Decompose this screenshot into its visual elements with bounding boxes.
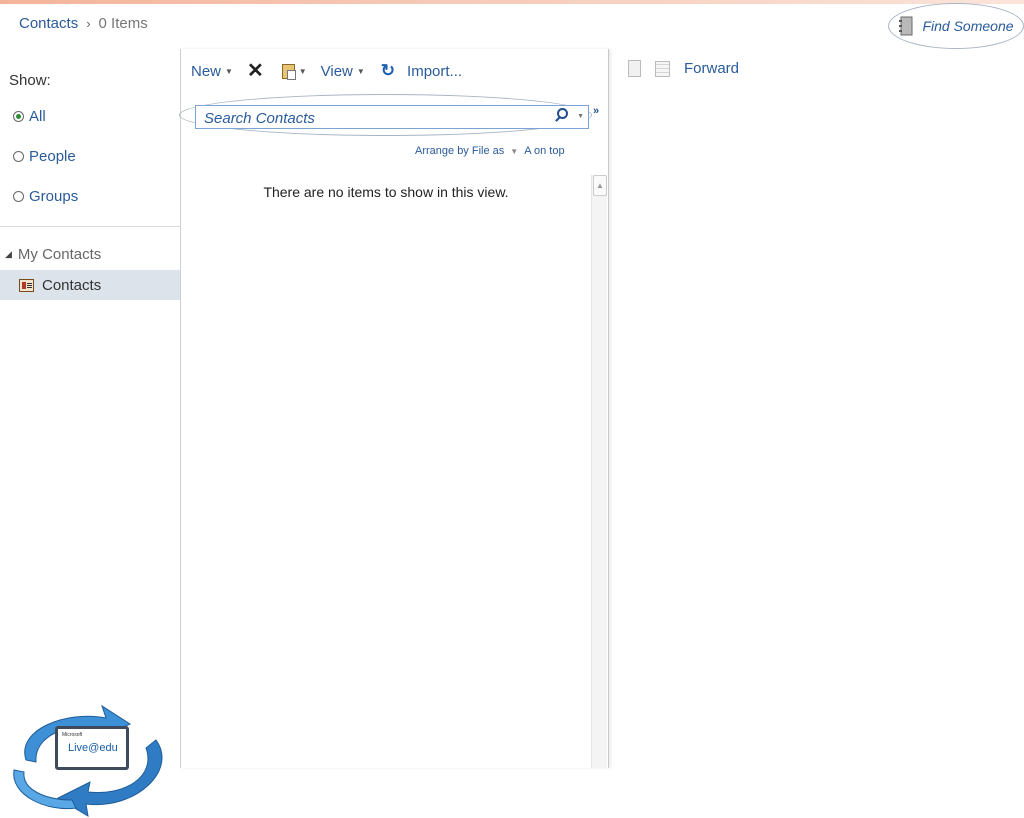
my-contacts-group[interactable]: ◢ My Contacts	[5, 246, 101, 263]
empty-list-message: There are no items to show in this view.	[263, 184, 509, 200]
view-button-label: View	[320, 62, 353, 80]
forward-button[interactable]: Forward	[684, 60, 739, 77]
contact-card-icon	[19, 278, 34, 292]
show-groups-label: Groups	[29, 188, 79, 205]
chevron-down-icon[interactable]: ▼	[357, 67, 365, 76]
show-people-label: People	[29, 148, 76, 165]
breadcrumb-separator-icon: ›	[86, 16, 91, 31]
search-icon[interactable]	[557, 108, 568, 119]
reading-pane-toolbar: Forward	[628, 60, 739, 77]
show-groups-option[interactable]: Groups	[13, 188, 78, 205]
view-button[interactable]: View ▼	[321, 63, 365, 80]
calendar-icon[interactable]	[655, 60, 670, 77]
document-icon[interactable]	[628, 60, 641, 77]
top-decor-strip	[0, 0, 1024, 4]
show-people-option[interactable]: People	[13, 148, 76, 165]
chevron-down-icon[interactable]: ▼	[299, 67, 307, 76]
list-toolbar: New ▼ ✕ ▼ View ▼ ↻ Import...	[191, 61, 462, 81]
arrange-by-button[interactable]: Arrange by File as	[415, 145, 504, 157]
search-box[interactable]: ▼	[195, 105, 589, 129]
logo-microsoft-text: Microsoft	[62, 732, 83, 738]
find-someone-label: Find Someone	[922, 18, 1014, 34]
left-nav-pane: Show: All People Groups ◢ My Contacts Co…	[0, 50, 180, 817]
breadcrumb: Contacts › 0 Items	[19, 15, 148, 32]
folder-item-contacts[interactable]: Contacts	[0, 270, 180, 300]
my-contacts-label: My Contacts	[17, 246, 102, 263]
logo-live-edu-text: Live@edu	[68, 742, 118, 754]
address-book-icon	[899, 16, 913, 36]
left-divider	[0, 226, 180, 227]
radio-icon[interactable]	[13, 191, 24, 202]
chevron-down-icon[interactable]: ▼	[510, 147, 518, 156]
find-someone-button[interactable]: Find Someone	[888, 3, 1024, 49]
new-button-label: New	[191, 62, 222, 80]
clipboard-icon	[281, 63, 296, 80]
sort-order-button[interactable]: A on top	[524, 145, 564, 157]
refresh-icon[interactable]: ↻	[381, 61, 395, 81]
show-all-label: All	[29, 108, 46, 125]
search-input[interactable]	[202, 107, 536, 129]
scroll-up-icon[interactable]: ▲	[593, 175, 607, 196]
radio-icon[interactable]	[13, 151, 24, 162]
show-filter-label: Show:	[9, 72, 51, 89]
list-scrollbar[interactable]: ▲	[591, 175, 607, 768]
arrange-bar: Arrange by File as ▼ A on top	[415, 145, 565, 157]
chevron-down-icon[interactable]: ▼	[225, 67, 233, 76]
breadcrumb-folder[interactable]: Contacts	[19, 15, 78, 32]
delete-icon[interactable]: ✕	[247, 61, 264, 81]
live-edu-logo: Microsoft Live@edu	[6, 700, 176, 818]
item-count: 0 Items	[98, 15, 148, 32]
import-button[interactable]: Import...	[407, 63, 462, 80]
search-options-chevron-icon[interactable]: ▼	[577, 113, 584, 120]
contacts-list-pane: New ▼ ✕ ▼ View ▼ ↻ Import... ▼ » Arrange…	[179, 49, 609, 768]
new-button[interactable]: New ▼	[191, 63, 233, 80]
logo-monitor: Microsoft Live@edu	[55, 726, 129, 770]
collapse-triangle-icon[interactable]: ◢	[5, 249, 12, 260]
show-all-option[interactable]: All	[13, 108, 46, 125]
folder-item-label: Contacts	[42, 276, 102, 294]
move-button[interactable]: ▼	[281, 63, 307, 80]
expand-search-icon[interactable]: »	[593, 105, 599, 117]
radio-checked-icon[interactable]	[13, 111, 24, 122]
